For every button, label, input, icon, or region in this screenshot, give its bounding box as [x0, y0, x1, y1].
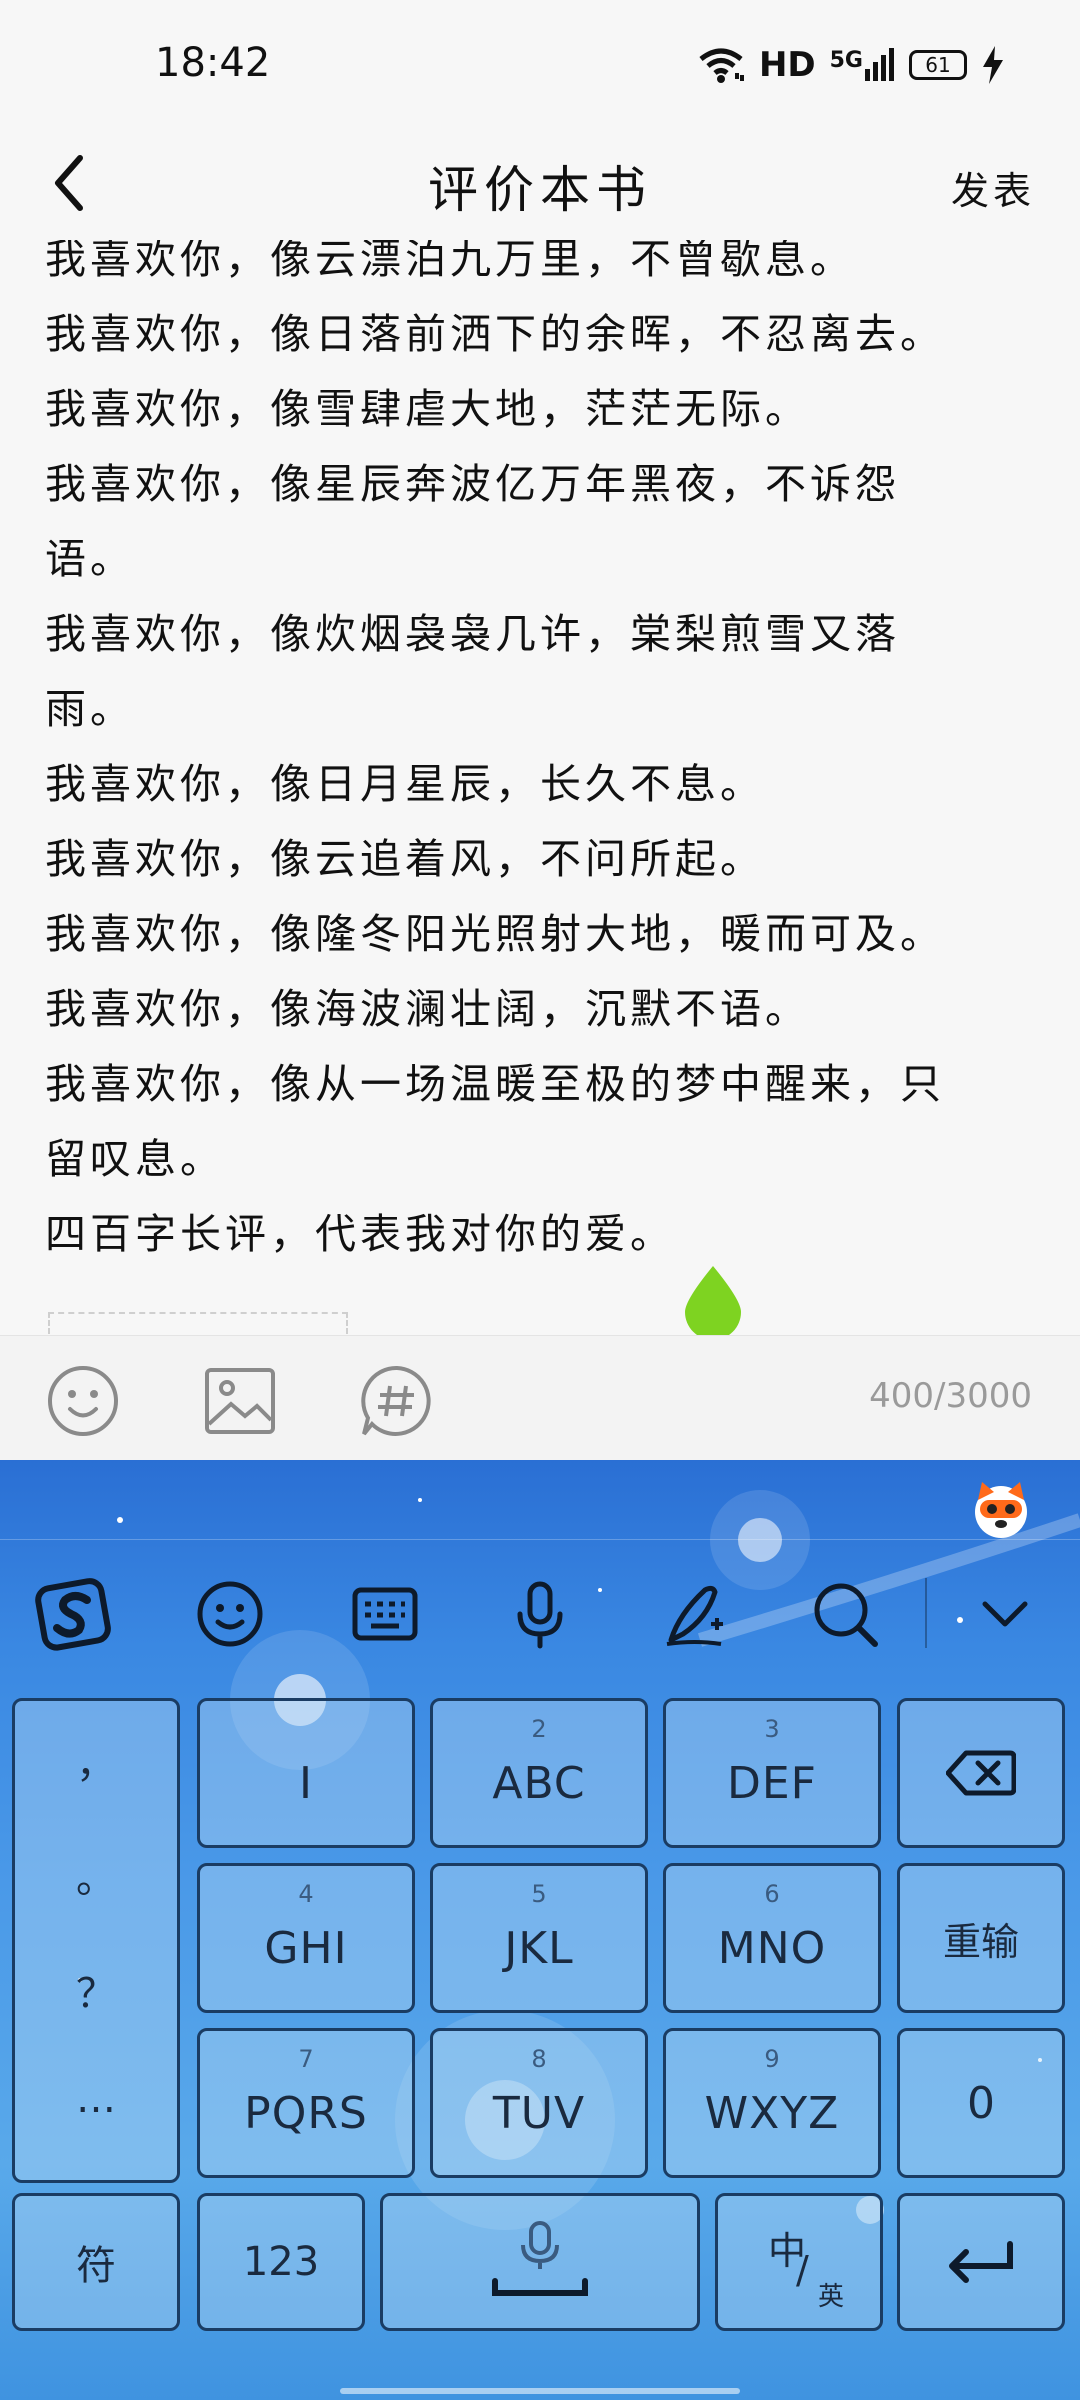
charging-bolt-icon — [983, 46, 1003, 84]
punct-ellipsis-key[interactable]: … — [15, 2076, 177, 2122]
topic-hashtag-icon[interactable] — [360, 1364, 434, 1438]
backspace-icon — [946, 1750, 1016, 1796]
review-line: 我喜欢你，像从一场温暖至极的梦中醒来，只 — [45, 1060, 945, 1108]
emoji-face-icon[interactable] — [190, 1574, 270, 1654]
key-5[interactable]: 5 JKL — [430, 1863, 648, 2013]
image-icon[interactable] — [203, 1364, 277, 1438]
review-line: 语。 — [45, 535, 135, 583]
retype-key[interactable]: 重输 — [897, 1863, 1065, 2013]
keyboard-tool-row — [0, 1552, 1080, 1672]
review-line: 我喜欢你，像云追着风，不问所起。 — [45, 835, 765, 883]
key-7-label: PQRS — [244, 2087, 368, 2139]
zero-key[interactable]: 0 — [897, 2028, 1065, 2178]
compose-toolbar: 400/3000 — [0, 1335, 1080, 1460]
review-text-area[interactable]: 我喜欢你，像云漂泊九万里，不曾歇息。 我喜欢你，像日落前洒下的余晖，不忍离去。 … — [0, 240, 1080, 1335]
review-line: 我喜欢你，像隆冬阳光照射大地，暖而可及。 — [45, 910, 945, 958]
battery-indicator: 61 — [909, 50, 967, 80]
key-6[interactable]: 6 MNO — [663, 1863, 881, 2013]
review-text: 我喜欢你，像云漂泊九万里，不曾歇息。 我喜欢你，像日落前洒下的余晖，不忍离去。 … — [45, 240, 1035, 1272]
key-5-label: JKL — [504, 1922, 574, 1974]
review-line: 我喜欢你，像炊烟袅袅几许，棠梨煎雪又落 — [45, 610, 900, 658]
key-3-label: DEF — [727, 1757, 817, 1809]
key-9-number: 9 — [764, 2045, 780, 2073]
status-icons: HD 5G 61 — [697, 40, 1005, 90]
search-icon[interactable] — [805, 1574, 885, 1654]
microphone-icon[interactable] — [500, 1574, 580, 1654]
text-cursor-handle[interactable] — [683, 1264, 743, 1335]
backspace-key[interactable] — [897, 1698, 1065, 1848]
collapse-keyboard-chevron-icon[interactable] — [965, 1574, 1045, 1654]
key-1-label: I — [299, 1757, 313, 1809]
sogou-logo-icon[interactable] — [35, 1574, 115, 1654]
keyboard-top-strip — [0, 1460, 1080, 1540]
key-4[interactable]: 4 GHI — [197, 1863, 415, 2013]
key-8-label: TUV — [492, 2087, 586, 2139]
key-6-number: 6 — [764, 1880, 780, 1908]
key-4-number: 4 — [298, 1880, 314, 1908]
wifi-icon — [699, 48, 744, 83]
number-mode-label: 123 — [242, 2239, 320, 2285]
enter-key[interactable] — [897, 2193, 1065, 2331]
review-line: 我喜欢你，像雪肆虐大地，茫茫无际。 — [45, 385, 810, 433]
gesture-nav-bar[interactable] — [340, 2388, 740, 2394]
lang-sub-label: 英 — [818, 2282, 845, 2312]
review-line: 四百字长评，代表我对你的爱。 — [45, 1210, 675, 1258]
emoji-icon[interactable] — [46, 1364, 120, 1438]
key-2-number: 2 — [531, 1715, 547, 1743]
punct-comma-key[interactable]: ， — [15, 1731, 177, 1789]
punct-question-key[interactable]: ？ — [15, 1961, 177, 2019]
status-bar: 18:42 HD 5G 61 — [0, 0, 1080, 130]
attachment-placeholder — [48, 1312, 348, 1335]
symbol-label: 符 — [76, 2243, 116, 2289]
enter-icon — [949, 2241, 1013, 2283]
key-4-label: GHI — [264, 1922, 348, 1974]
key-9-label: WXYZ — [704, 2087, 840, 2139]
publish-button[interactable]: 发表 — [951, 160, 1035, 215]
signal-group: 5G — [830, 47, 895, 83]
zero-label: 0 — [967, 2077, 995, 2129]
key-3[interactable]: 3 DEF — [663, 1698, 881, 1848]
review-line: 我喜欢你，像海波澜壮阔，沉默不语。 — [45, 985, 810, 1033]
space-mic-icon — [492, 2221, 588, 2296]
mascot-icon[interactable] — [970, 1478, 1032, 1540]
review-line: 我喜欢你，像日月星辰，长久不息。 — [45, 760, 765, 808]
signal-icon — [865, 48, 894, 81]
tool-divider — [925, 1578, 927, 1648]
key-8-number: 8 — [531, 2045, 547, 2073]
hd-label: HD — [758, 45, 816, 85]
key-5-number: 5 — [531, 1880, 547, 1908]
status-time: 18:42 — [155, 40, 271, 86]
key-7-number: 7 — [298, 2045, 314, 2073]
retype-label: 重输 — [942, 1919, 1019, 1964]
key-1[interactable]: I — [197, 1698, 415, 1848]
char-counter: 400/3000 — [869, 1376, 1032, 1416]
space-key[interactable] — [380, 2193, 700, 2331]
language-switch-key[interactable]: 中 / 英 — [715, 2193, 883, 2331]
review-line: 我喜欢你，像日落前洒下的余晖，不忍离去。 — [45, 310, 945, 358]
handwriting-pen-icon[interactable] — [655, 1574, 735, 1654]
ime-keyboard: ， 。 ？ … I 2 ABC 3 DEF 4 GHI 5 JKL 6 MNO … — [0, 1460, 1080, 2400]
key-6-label: MNO — [717, 1922, 827, 1974]
network-type: 5G — [829, 48, 863, 73]
key-8[interactable]: 8 TUV — [430, 2028, 648, 2178]
key-3-number: 3 — [764, 1715, 780, 1743]
page-title: 评价本书 — [428, 161, 652, 219]
symbol-key[interactable]: 符 — [12, 2193, 180, 2331]
punct-period-key[interactable]: 。 — [15, 1846, 177, 1904]
key-9[interactable]: 9 WXYZ — [663, 2028, 881, 2178]
review-line: 我喜欢你，像星辰奔波亿万年黑夜，不诉怨 — [45, 460, 900, 508]
title-bar: 评价本书 发表 — [0, 130, 1080, 240]
review-line: 雨。 — [45, 685, 135, 733]
review-line: 我喜欢你，像云漂泊九万里，不曾歇息。 — [45, 240, 855, 283]
punctuation-column[interactable]: ， 。 ？ … — [12, 1698, 180, 2183]
key-2-label: ABC — [492, 1757, 586, 1809]
keyboard-layout-icon[interactable] — [345, 1574, 425, 1654]
review-line: 留叹息。 — [45, 1135, 225, 1183]
key-2[interactable]: 2 ABC — [430, 1698, 648, 1848]
lang-slash: / — [796, 2248, 809, 2292]
number-mode-key[interactable]: 123 — [197, 2193, 365, 2331]
key-7[interactable]: 7 PQRS — [197, 2028, 415, 2178]
